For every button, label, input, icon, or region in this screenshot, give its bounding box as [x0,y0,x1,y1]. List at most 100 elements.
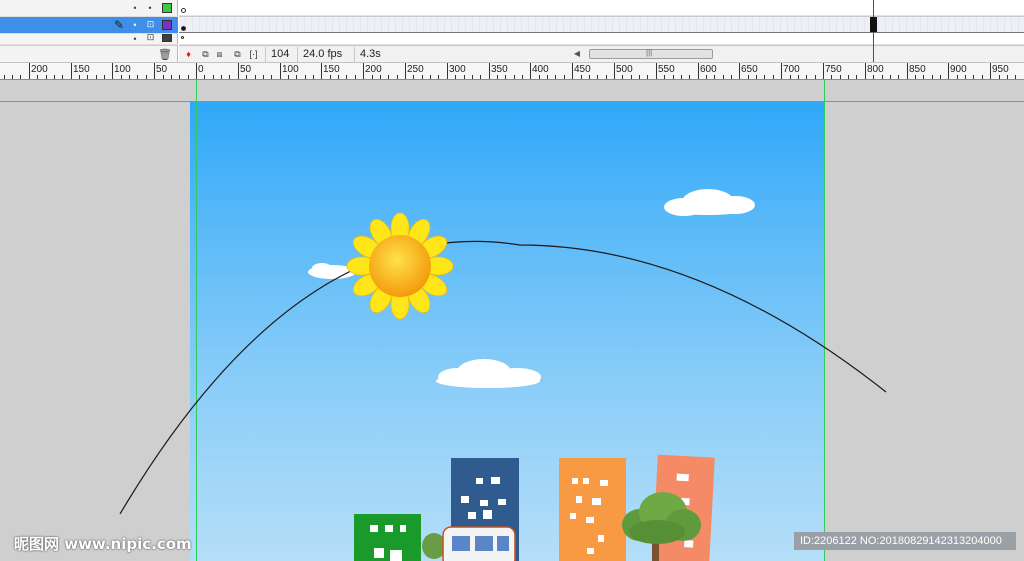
ruler-tick [865,63,866,79]
ruler-label: 650 [741,64,758,75]
ruler-tick [781,63,782,79]
frame-grid[interactable] [179,0,1024,45]
ruler-tick [20,75,21,79]
elapsed-time: 4.3s [354,47,388,62]
bus[interactable] [442,526,516,561]
ruler-tick [146,75,147,79]
building-orange[interactable] [559,458,626,561]
grip-icon: ||| [646,48,653,57]
ruler-tick [213,75,214,79]
ruler-label: 450 [574,64,591,75]
ruler-tick [305,75,306,79]
building-green[interactable] [354,514,421,561]
ruler-tick [714,75,715,79]
ruler-tick [656,63,657,79]
ruler-label: 750 [825,64,842,75]
scroll-left-arrow-icon[interactable]: ◀ [571,48,583,60]
visibility-dot-icon[interactable]: • [131,20,139,30]
ruler-tick [915,75,916,79]
ruler-tick [246,75,247,79]
outline-color-box[interactable] [162,3,172,13]
keyframe-icon[interactable] [181,26,186,31]
visibility-dot-icon[interactable]: • [131,34,139,44]
ruler-tick [999,75,1000,79]
ruler-tick [965,75,966,79]
ruler-tick [890,75,891,79]
empty-keyframe-icon[interactable] [181,36,184,39]
ruler-tick [739,63,740,79]
ruler-tick [455,75,456,79]
ruler-tick [480,75,481,79]
ruler-tick [622,75,623,79]
frame-row-1[interactable] [179,0,1024,16]
scroll-thumb[interactable]: ||| [589,48,713,59]
onion-skin-icon[interactable]: ⧉ [199,48,212,60]
ruler-tick [748,75,749,79]
ruler-tick [54,75,55,79]
outline-color-box[interactable] [162,20,172,30]
ruler-tick [71,63,72,79]
timeline-status-bar: ♦ ⧉ ⧈ ⧉ [·] 104 24.0 fps 4.3s ◀ ||| [179,45,1024,62]
ruler-tick [497,75,498,79]
ruler-tick [990,63,991,79]
center-frame-icon[interactable]: ♦ [182,48,195,60]
frame-row-2[interactable] [179,16,1024,33]
layer-list: • • ✎ • ⊡ • ⊡ 🗑 [0,0,178,62]
ruler-label: 400 [532,64,549,75]
sun[interactable] [346,212,454,320]
ruler-tick [288,75,289,79]
ruler-tick [555,75,556,79]
ruler-tick [873,75,874,79]
layer-row-1[interactable]: • • [0,0,178,17]
modify-onion-markers-icon[interactable]: [·] [247,48,260,60]
ruler-tick [664,75,665,79]
ruler-tick [957,75,958,79]
ruler-label: 0 [198,64,204,75]
ruler-tick [790,75,791,79]
frame-row-3[interactable] [179,33,1024,45]
ruler-tick [263,75,264,79]
ruler-tick [731,75,732,79]
ruler-tick [46,75,47,79]
outline-color-box[interactable] [162,34,172,42]
ruler-label: 350 [491,64,508,75]
cloud-middle[interactable] [436,359,541,388]
layer-row-3[interactable]: • ⊡ [0,32,178,45]
ruler-tick [597,75,598,79]
ruler-tick [756,75,757,79]
ruler-tick [163,75,164,79]
watermark-id: ID:2206122 NO:20180829142313204000 [794,532,1016,550]
ruler-tick [37,75,38,79]
ruler-tick [522,75,523,79]
trash-icon[interactable]: 🗑 [158,48,172,61]
lock-icon[interactable]: ⊡ [146,19,155,30]
cloud-top-right[interactable] [664,189,755,216]
horizontal-scrollbar[interactable]: ◀ ||| [571,48,721,60]
lock-dot-icon[interactable]: • [146,3,154,13]
empty-keyframe-icon[interactable] [181,8,186,13]
ruler-label: 100 [282,64,299,75]
playhead-marker[interactable] [870,17,877,32]
pencil-icon: ✎ [114,18,125,32]
onion-skin-outlines-icon[interactable]: ⧈ [213,48,226,60]
ruler-tick [388,75,389,79]
ruler-tick [280,63,281,79]
lock-icon[interactable]: ⊡ [146,32,155,43]
ruler-tick [673,75,674,79]
ruler-tick [121,75,122,79]
stage-artwork [119,189,887,561]
ruler-label: 900 [950,64,967,75]
ruler-tick [681,75,682,79]
ruler-tick [438,75,439,79]
ruler-label: 150 [323,64,340,75]
ruler-tick [104,75,105,79]
ruler-tick [296,75,297,79]
ruler-tick [179,75,180,79]
ruler-tick [907,63,908,79]
ruler-tick [572,63,573,79]
ruler-tick [112,63,113,79]
ruler-tick [137,75,138,79]
edit-multiple-frames-icon[interactable]: ⧉ [231,48,244,60]
visibility-dot-icon[interactable]: • [131,3,139,13]
ruler-tick [330,75,331,79]
